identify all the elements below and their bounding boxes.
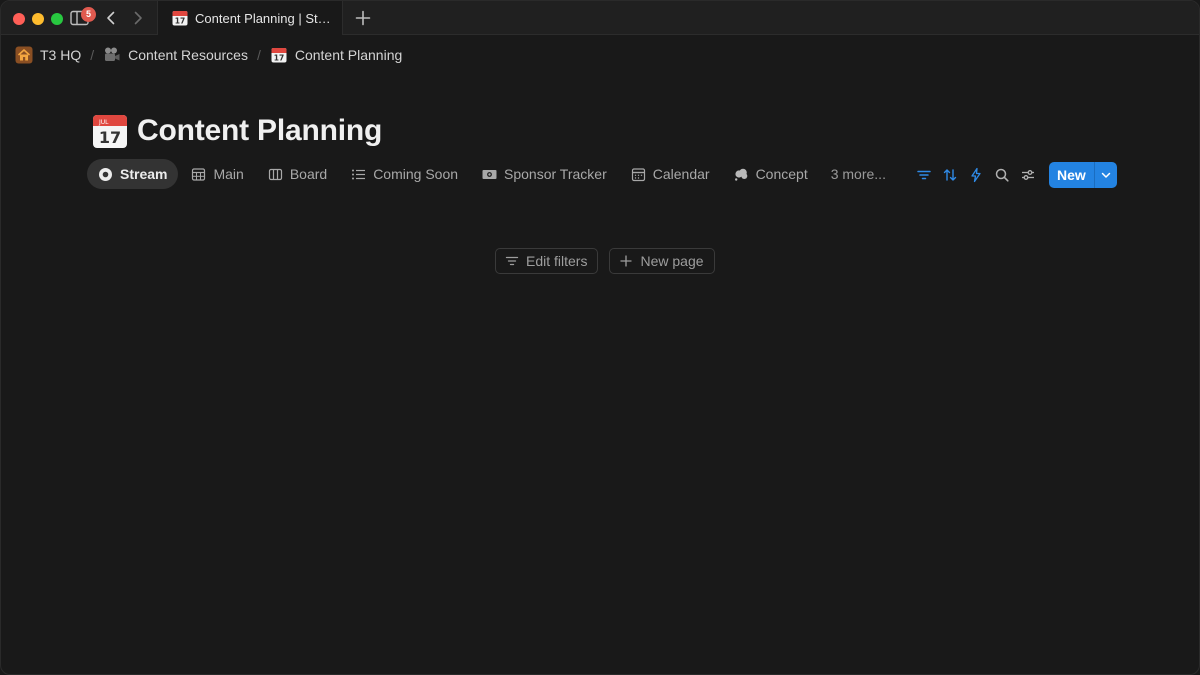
view-label: Stream xyxy=(120,166,168,182)
close-window-button[interactable] xyxy=(13,13,25,25)
edit-filters-button[interactable]: Edit filters xyxy=(495,248,599,274)
empty-state-actions: Edit filters New page xyxy=(495,248,726,274)
page-title-text[interactable]: Content Planning xyxy=(137,114,382,148)
tab-main[interactable]: Main xyxy=(180,159,254,189)
breadcrumb-separator: / xyxy=(256,47,261,63)
more-views-button[interactable]: 3 more... xyxy=(821,159,897,189)
forward-arrow-icon[interactable] xyxy=(130,10,146,26)
minimize-window-button[interactable] xyxy=(32,13,44,25)
new-page-label: New page xyxy=(640,253,704,269)
breadcrumb-item-content-planning[interactable]: 17 Content Planning xyxy=(268,46,404,64)
maximize-window-button[interactable] xyxy=(51,13,63,25)
breadcrumb-label: Content Planning xyxy=(294,47,403,63)
filter-icon[interactable] xyxy=(911,162,937,188)
table-icon xyxy=(191,167,206,182)
view-label: Coming Soon xyxy=(373,166,459,182)
new-page-button[interactable]: New page xyxy=(609,248,715,274)
breadcrumb-separator: / xyxy=(90,47,95,63)
board-icon xyxy=(268,167,283,182)
tab-coming-soon[interactable]: Coming Soon xyxy=(340,159,469,189)
money-icon xyxy=(482,167,497,182)
plus-icon[interactable] xyxy=(354,9,372,27)
title-bar: 5 17 Content Planning | St… xyxy=(1,1,1199,35)
list-icon xyxy=(351,167,366,182)
svg-text:JUL: JUL xyxy=(98,119,109,126)
calendar-view-icon xyxy=(631,167,646,182)
svg-text:17: 17 xyxy=(175,17,185,26)
browser-tab-active[interactable]: 17 Content Planning | St… xyxy=(157,1,343,35)
chevron-down-icon[interactable] xyxy=(1095,162,1117,188)
breadcrumb-item-t3-hq[interactable]: T3 HQ xyxy=(13,46,83,64)
breadcrumb-label: T3 HQ xyxy=(40,47,82,63)
tab-count-badge: 5 xyxy=(81,7,96,22)
new-button[interactable]: New xyxy=(1049,162,1095,188)
search-icon[interactable] xyxy=(989,162,1015,188)
calendar-icon: 17 xyxy=(171,9,189,27)
calendar-icon[interactable]: JUL 17 xyxy=(91,112,129,150)
view-tabs: Stream Main Board Coming Soon Sponsor Tr… xyxy=(87,159,899,189)
breadcrumb: T3 HQ / Content Resources / 17 Content P… xyxy=(13,45,404,65)
film-camera-icon xyxy=(103,46,121,64)
house-icon xyxy=(15,46,33,64)
plus-icon xyxy=(619,254,633,268)
calendar-icon: 17 xyxy=(270,46,288,64)
filter-icon xyxy=(505,254,519,268)
svg-text:17: 17 xyxy=(99,128,121,147)
tab-sponsor-tracker[interactable]: Sponsor Tracker xyxy=(471,159,618,189)
tab-stream[interactable]: Stream xyxy=(87,159,179,189)
tab-calendar[interactable]: Calendar xyxy=(620,159,721,189)
database-toolbar: New xyxy=(911,162,1117,188)
tab-board[interactable]: Board xyxy=(257,159,338,189)
edit-filters-label: Edit filters xyxy=(526,253,588,269)
view-label: Calendar xyxy=(652,166,710,182)
view-label: Concept xyxy=(755,166,808,182)
sort-icon[interactable] xyxy=(937,162,963,188)
view-label: Sponsor Tracker xyxy=(504,166,607,182)
view-label: Board xyxy=(289,166,328,182)
record-icon xyxy=(98,167,113,182)
thought-bubble-icon xyxy=(734,167,749,182)
lightning-icon[interactable] xyxy=(963,162,989,188)
svg-text:17: 17 xyxy=(274,54,284,63)
breadcrumb-item-content-resources[interactable]: Content Resources xyxy=(101,46,250,64)
view-label: Main xyxy=(213,166,244,182)
tab-title: Content Planning | St… xyxy=(195,10,331,26)
new-button-group: New xyxy=(1049,162,1117,188)
breadcrumb-label: Content Resources xyxy=(128,47,248,63)
back-arrow-icon[interactable] xyxy=(103,10,119,26)
browser-window: 5 17 Content Planning | St… T3 HQ / Cont… xyxy=(0,0,1200,675)
tab-concept[interactable]: Concept xyxy=(723,159,819,189)
page-title: JUL 17 Content Planning xyxy=(91,111,382,151)
settings-sliders-icon[interactable] xyxy=(1015,162,1041,188)
